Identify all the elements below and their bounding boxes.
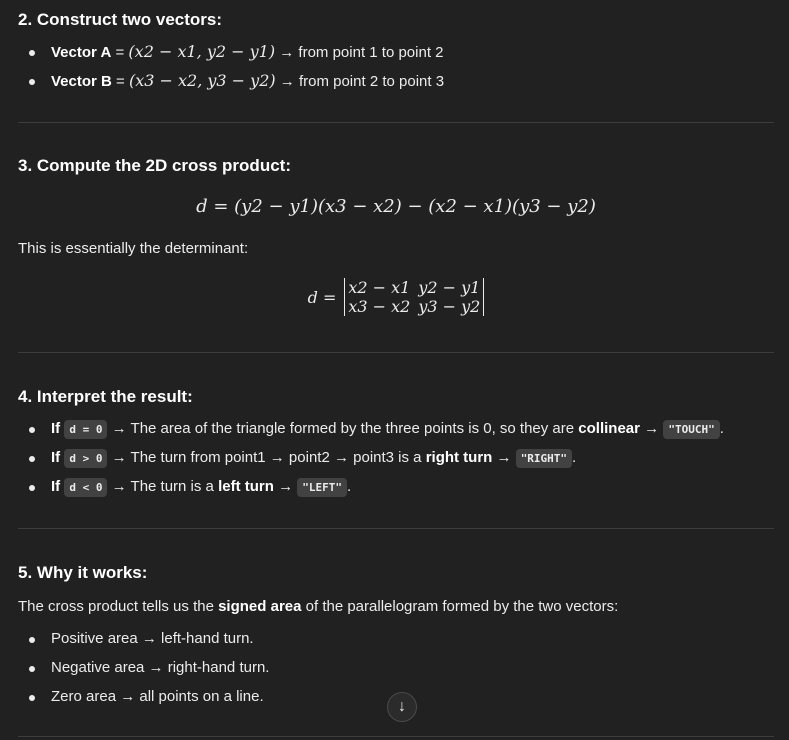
- interpretation-list: If d = 0 → The area of the triangle form…: [18, 419, 724, 506]
- divider: [18, 352, 774, 353]
- vector-b-math: (x3 − x2, y3 − y2): [128, 71, 276, 90]
- tail: .: [347, 478, 352, 495]
- condition-code: d = 0: [64, 420, 108, 439]
- if-label: If: [51, 478, 61, 495]
- tail: .: [719, 420, 724, 437]
- list-item: If d < 0 → The turn is a left turn → "LE…: [18, 477, 724, 506]
- result-code: "TOUCH": [663, 420, 720, 439]
- divider: [18, 528, 774, 529]
- section-5-heading: 5. Why it works:: [18, 563, 148, 582]
- arrow: →: [273, 478, 298, 495]
- list-item: If d > 0 → The turn from point1 → point2…: [18, 448, 724, 477]
- list-item: Zero area → all points on a line.: [18, 687, 269, 716]
- section-2-heading: 2. Construct two vectors:: [18, 10, 223, 29]
- determinant-lhs: d =: [307, 287, 337, 307]
- det-cell: x2 − x1: [348, 278, 411, 297]
- result-code: "LEFT": [297, 478, 347, 497]
- area-list: Positive area → left-hand turn. Negative…: [18, 629, 269, 716]
- det-cell: y2 − y1: [418, 278, 481, 297]
- arrow-down-icon: ↓: [398, 698, 406, 715]
- vector-a-label: Vector A: [51, 44, 112, 61]
- para-text: of the parallelogram formed by the two v…: [301, 598, 619, 615]
- item-bold: right turn: [425, 449, 493, 466]
- list-item: Negative area → right-hand turn.: [18, 658, 269, 687]
- det-cell: x3 − x2: [348, 297, 411, 316]
- list-item: Vector B = (x3 − x2, y3 − y2) → from poi…: [18, 71, 444, 100]
- vector-b-desc: → from point 2 to point 3: [275, 73, 445, 90]
- determinant-intro: This is essentially the determinant:: [18, 240, 249, 257]
- if-label: If: [51, 449, 61, 466]
- divider: [18, 122, 774, 123]
- list-item: If d = 0 → The area of the triangle form…: [18, 419, 724, 448]
- vector-a-math: (x2 − x1, y2 − y1): [128, 42, 276, 61]
- list-item: Positive area → left-hand turn.: [18, 629, 269, 658]
- item-text: → The area of the triangle formed by the…: [107, 420, 579, 437]
- item-bold: left turn: [218, 478, 274, 495]
- arrow: →: [640, 420, 664, 437]
- equals: =: [111, 44, 129, 61]
- determinant-block: d = x2 − x1 y2 − y1 x3 − x2 y3 − y2: [18, 278, 774, 316]
- det-cell: y3 − y2: [418, 297, 481, 316]
- item-text: → The turn is a: [107, 478, 219, 495]
- tail: .: [572, 449, 577, 466]
- para-text: The cross product tells us the: [18, 598, 219, 615]
- condition-code: d > 0: [64, 449, 108, 468]
- bottom-divider: [18, 736, 774, 737]
- section-3-heading: 3. Compute the 2D cross product:: [18, 156, 291, 175]
- item-bold: collinear: [578, 420, 640, 437]
- cross-product-formula: d = (y2 − y1)(x3 − x2) − (x2 − x1)(y3 − …: [196, 196, 596, 217]
- equals: =: [111, 73, 129, 90]
- section-4-heading: 4. Interpret the result:: [18, 387, 193, 406]
- para-bold: signed area: [218, 598, 302, 615]
- result-code: "RIGHT": [515, 449, 573, 468]
- vector-a-desc: → from point 1 to point 2: [275, 44, 444, 61]
- vector-b-label: Vector B: [51, 73, 112, 90]
- arrow: →: [492, 449, 516, 466]
- scroll-down-button[interactable]: ↓: [387, 692, 417, 722]
- determinant-matrix: x2 − x1 y2 − y1 x3 − x2 y3 − y2: [344, 278, 485, 316]
- if-label: If: [51, 420, 61, 437]
- condition-code: d < 0: [64, 478, 108, 497]
- item-text: → The turn from point1 → point2 → point3…: [107, 449, 426, 466]
- why-paragraph: The cross product tells us the signed ar…: [18, 598, 618, 615]
- list-item: Vector A = (x2 − x1, y2 − y1) → from poi…: [18, 42, 444, 71]
- determinant: d = x2 − x1 y2 − y1 x3 − x2 y3 − y2: [308, 278, 485, 316]
- vector-list: Vector A = (x2 − x1, y2 − y1) → from poi…: [18, 42, 444, 100]
